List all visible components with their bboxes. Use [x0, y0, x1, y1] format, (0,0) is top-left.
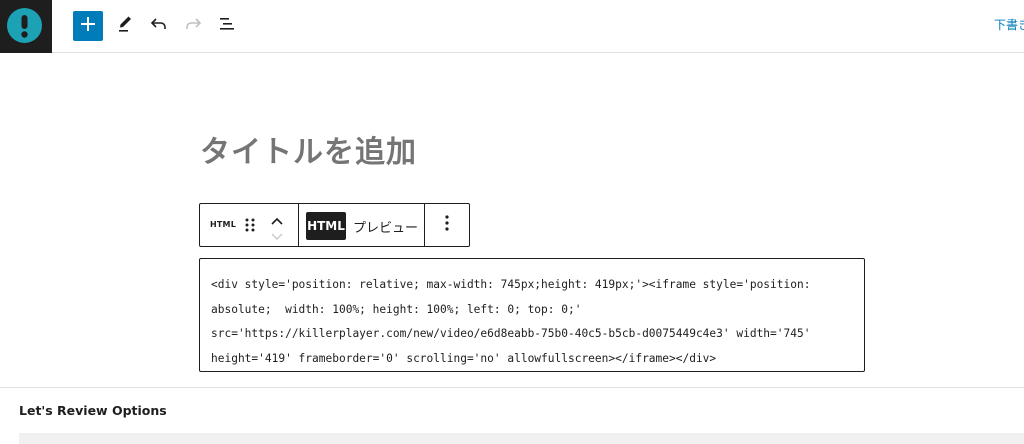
redo-icon: [183, 14, 203, 38]
block-options-button[interactable]: [425, 204, 469, 246]
block-switcher-group: HTML: [200, 204, 299, 246]
undo-icon: [149, 14, 169, 38]
preview-tab[interactable]: プレビュー: [353, 217, 418, 236]
site-logo-button[interactable]: [0, 0, 52, 53]
exclamation-circle-icon: [7, 8, 42, 43]
post-title-input[interactable]: タイトルを追加: [200, 127, 417, 171]
more-vertical-icon: [444, 214, 450, 236]
save-draft-link[interactable]: 下書き: [994, 16, 1024, 33]
plus-icon: [80, 16, 96, 36]
html-code-textarea[interactable]: <div style='position: relative; max-widt…: [199, 258, 865, 372]
meta-box-divider: [0, 387, 1024, 388]
undo-button[interactable]: [144, 11, 174, 41]
list-view-button[interactable]: [212, 11, 242, 41]
code-line: <div style='position: relative; max-widt…: [211, 278, 811, 291]
chevron-down-icon[interactable]: [270, 228, 284, 247]
code-line: height='419' frameborder='0' scrolling='…: [211, 351, 717, 365]
add-block-button[interactable]: [73, 11, 103, 41]
code-line: absolute; width: 100%; height: 100%; lef…: [211, 302, 582, 316]
redo-button[interactable]: [178, 11, 208, 41]
block-type-button[interactable]: HTML: [210, 220, 236, 229]
code-line: src='https://killerplayer.com/new/video/…: [211, 327, 811, 340]
pencil-icon: [115, 14, 135, 38]
editor-header: 下書き: [0, 0, 1024, 53]
tools-button[interactable]: [110, 11, 140, 41]
block-toolbar: HTML HTML プレビュー: [199, 203, 470, 247]
drag-handle-icon[interactable]: [244, 217, 256, 237]
html-tab[interactable]: HTML: [306, 212, 346, 240]
meta-box-content: [19, 433, 1024, 444]
list-view-icon: [217, 14, 237, 38]
html-mode-group: HTML プレビュー: [299, 204, 425, 246]
meta-box-title[interactable]: Let's Review Options: [19, 403, 167, 418]
